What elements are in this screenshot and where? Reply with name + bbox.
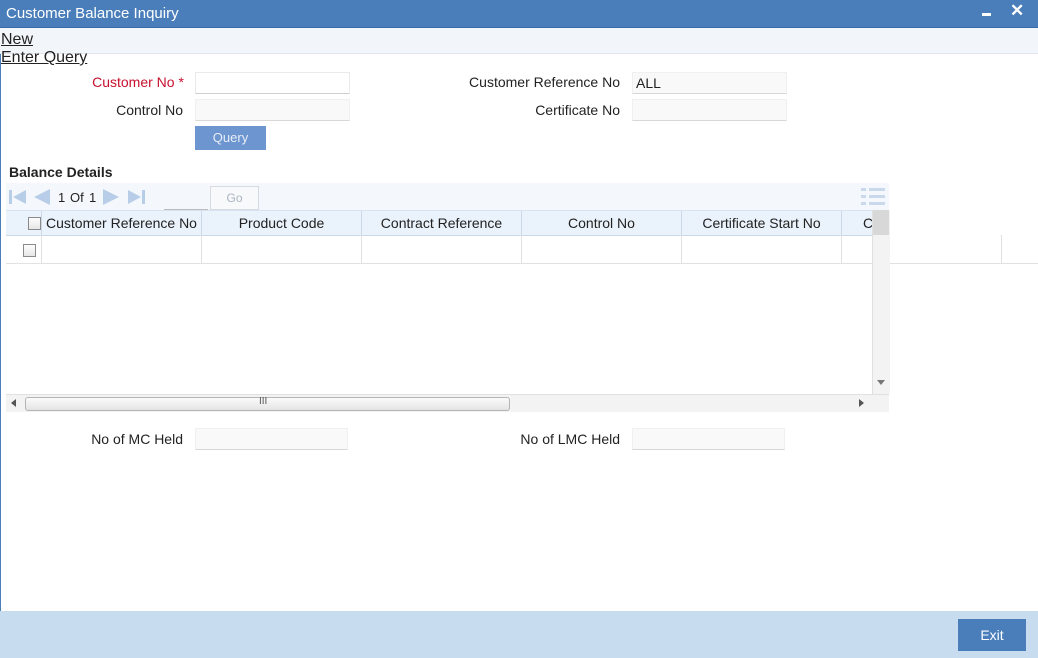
grid-pager: 1 Of 1 Go [6, 183, 889, 210]
close-icon[interactable]: ✕ [1010, 1, 1024, 21]
query-button[interactable]: Query [195, 126, 266, 150]
scroll-grip: III [259, 396, 268, 407]
control-no-input[interactable] [195, 99, 350, 121]
first-page-icon[interactable] [8, 188, 28, 206]
certificate-no-input[interactable] [632, 99, 787, 121]
window-left-border [0, 28, 1, 611]
go-button[interactable]: Go [210, 186, 259, 210]
scroll-left-icon[interactable] [11, 399, 17, 407]
column-list-icon[interactable] [860, 186, 886, 206]
customer-ref-label: Customer Reference No [469, 74, 620, 90]
table-cell [202, 235, 362, 263]
scroll-right-icon[interactable] [859, 399, 865, 407]
column-header-certificate-start-no[interactable]: Certificate Start No [682, 211, 842, 235]
page-of-label: Of [70, 190, 84, 205]
page-current: 1 [58, 190, 66, 205]
table-cell [842, 235, 1002, 263]
last-page-icon[interactable] [126, 188, 146, 206]
scroll-down-icon[interactable] [877, 380, 885, 386]
exit-button[interactable]: Exit [958, 619, 1026, 651]
column-header-product-code[interactable]: Product Code [202, 211, 362, 235]
window-title: Customer Balance Inquiry [6, 5, 179, 22]
page-total: 1 [89, 190, 97, 205]
table-cell [682, 235, 842, 263]
control-no-label: Control No [116, 102, 183, 118]
header-select-cell [6, 211, 42, 235]
customer-no-label: Customer No * [92, 74, 184, 90]
column-header-control-no[interactable]: Control No [522, 211, 682, 235]
menu-bar: New [0, 28, 1038, 54]
table-cell [522, 235, 682, 263]
vertical-scrollbar[interactable] [872, 210, 890, 394]
title-bar: Customer Balance Inquiry ✕ [0, 0, 1038, 28]
page-number-input[interactable] [164, 187, 208, 210]
customer-no-input[interactable] [195, 72, 350, 94]
certificate-no-label: Certificate No [535, 102, 620, 118]
minimize-icon[interactable] [980, 2, 994, 22]
horizontal-scrollbar[interactable]: III [6, 394, 889, 412]
vertical-scroll-thumb[interactable] [873, 210, 889, 235]
footer-bar: Exit [0, 611, 1038, 658]
row-select-cell [6, 235, 42, 263]
row-checkbox[interactable] [23, 244, 36, 257]
table-cell [362, 235, 522, 263]
menu-enter-query-link[interactable]: Enter Query [1, 49, 87, 67]
balance-details-grid: 1 Of 1 Go Customer Reference No Product … [6, 183, 1038, 412]
lmc-held-input[interactable] [632, 428, 785, 450]
menu-new-link[interactable]: New [1, 31, 33, 49]
balance-details-heading: Balance Details [9, 164, 113, 180]
customer-ref-input[interactable] [632, 72, 787, 94]
grid-header: Customer Reference No Product Code Contr… [6, 210, 872, 236]
mc-held-input[interactable] [195, 428, 348, 450]
next-page-icon[interactable] [101, 188, 121, 206]
required-marker: * [178, 74, 184, 90]
column-header-contract-reference[interactable]: Contract Reference [362, 211, 522, 235]
table-cell [42, 235, 202, 263]
lmc-held-label: No of LMC Held [520, 431, 620, 447]
mc-held-label: No of MC Held [91, 431, 183, 447]
column-header-customer-ref[interactable]: Customer Reference No [42, 211, 202, 235]
select-all-checkbox[interactable] [28, 217, 41, 230]
column-header-truncated[interactable]: C [842, 211, 872, 235]
horizontal-scroll-thumb[interactable]: III [25, 396, 510, 411]
prev-page-icon[interactable] [32, 188, 52, 206]
